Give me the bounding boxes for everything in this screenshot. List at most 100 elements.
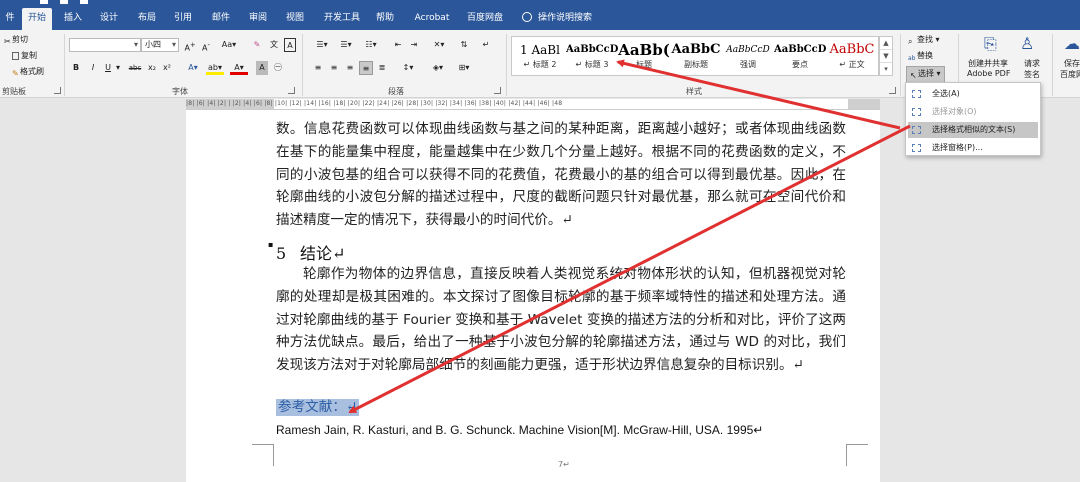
strikethrough-button[interactable]: abc — [126, 61, 144, 75]
style-item-1[interactable]: AaBbCcD ↵ 标题 3 — [566, 37, 618, 75]
bullets-button[interactable]: ☰▾ — [312, 38, 332, 52]
clipboard-dialog-launcher[interactable] — [54, 87, 61, 94]
chevron-down-icon[interactable]: ▼ — [880, 50, 892, 63]
styles-gallery-scroller[interactable]: ▲ ▼ ▾ — [879, 36, 893, 76]
line-spacing-button[interactable]: ↕▾ — [398, 61, 418, 75]
increase-indent-button[interactable]: ⇥ — [408, 38, 420, 52]
style-item-6[interactable]: AaBbC ↵ 正文 — [826, 37, 878, 75]
tab-4[interactable]: 布局 — [132, 8, 162, 30]
style-name: ↵ 标题 3 — [575, 60, 609, 69]
create-pdf-icon[interactable]: ⎘ — [984, 34, 997, 54]
tab-10[interactable]: 帮助 — [370, 8, 400, 30]
font-color-button[interactable]: A▾ — [230, 61, 248, 75]
select-button[interactable]: ↖选择 ▾ — [906, 66, 945, 83]
tell-me-search[interactable]: 操作说明搜索 — [522, 8, 592, 28]
menu-item-2[interactable]: 选择格式相似的文本(S) — [908, 122, 1038, 138]
bold-button[interactable]: B — [71, 61, 81, 75]
sign-label: 签名 — [1024, 70, 1040, 79]
align-right-button[interactable]: ≡ — [344, 61, 356, 75]
style-item-3[interactable]: AaBbC 副标题 — [670, 37, 722, 75]
align-center-button[interactable]: ≡ — [328, 61, 340, 75]
highlight-color-button[interactable]: ab▾ — [206, 61, 224, 75]
underline-button[interactable]: U — [103, 61, 113, 75]
paragraph-dialog-launcher[interactable] — [494, 87, 501, 94]
font-size-combo[interactable]: 小四 ▾ — [141, 38, 179, 52]
tab-9[interactable]: 开发工具 — [320, 8, 364, 30]
horizontal-ruler[interactable]: |8| |6| |4| |2| | |2| |4| |6| |8| |10| |… — [186, 99, 880, 110]
style-name: 标题 — [636, 60, 652, 69]
tab-1[interactable]: 开始 — [22, 8, 52, 30]
ruler-ticks: |8| |6| |4| |2| | |2| |4| |6| |8| |10| |… — [186, 100, 563, 107]
copy-button[interactable]: 复制 — [12, 50, 37, 61]
chinese-layout-button[interactable]: ✕▾ — [428, 38, 450, 52]
numbering-button[interactable]: ☰▾ — [336, 38, 356, 52]
change-case-button[interactable]: Aa▾ — [218, 38, 240, 52]
tab-11[interactable]: Acrobat — [410, 8, 454, 30]
distributed-button[interactable]: ≣ — [376, 61, 388, 75]
italic-button[interactable]: I — [88, 61, 98, 75]
chevron-down-icon: ▾ — [133, 40, 138, 49]
menu-item-label: 选择格式相似的文本(S) — [932, 125, 1016, 134]
paragraph-1[interactable]: 数。信息花费函数可以体现曲线函数与基之间的某种距离，距离越小越好；或者体现曲线函… — [276, 118, 846, 232]
decrease-indent-button[interactable]: ⇤ — [392, 38, 404, 52]
align-left-button[interactable]: ≡ — [312, 61, 324, 75]
document-body[interactable]: 数。信息花费函数可以体现曲线函数与基之间的某种距离，距离越小越好；或者体现曲线函… — [276, 118, 846, 232]
sort-button[interactable]: ⇅ — [458, 38, 470, 52]
style-item-4[interactable]: AaBbCcD 强调 — [722, 37, 774, 75]
font-dialog-launcher[interactable] — [288, 87, 295, 94]
character-border-button[interactable]: A — [284, 38, 296, 52]
show-marks-button[interactable]: ↵ — [480, 38, 492, 52]
character-shading-button[interactable]: A — [256, 61, 268, 75]
borders-button[interactable]: ⊞▾ — [454, 61, 474, 75]
reference-1[interactable]: Ramesh Jain, R. Kasturi, and B. G. Schun… — [276, 423, 763, 437]
styles-dialog-launcher[interactable] — [889, 87, 896, 94]
style-name: 副标题 — [684, 60, 708, 69]
style-preview: AaBbC — [671, 42, 721, 57]
style-name: 强调 — [740, 60, 756, 69]
subscript-button[interactable]: x₂ — [146, 61, 158, 75]
group-label-font: 字体 — [172, 87, 188, 96]
style-item-5[interactable]: AaBbCcD 要点 — [774, 37, 826, 75]
select-similar-icon — [912, 126, 921, 134]
grow-font-button[interactable]: A+ — [184, 38, 196, 53]
references-heading-selected[interactable]: 参考文献：↵ — [276, 399, 360, 416]
group-label-paragraph: 段落 — [388, 87, 404, 96]
tab-2[interactable]: 插入 — [58, 8, 88, 30]
more-styles-icon[interactable]: ▾ — [880, 63, 892, 76]
multilevel-list-button[interactable]: ☷▾ — [360, 38, 382, 52]
clear-formatting-icon[interactable]: ✎ — [250, 38, 264, 52]
style-item-2[interactable]: AaBb(标题 — [618, 37, 670, 75]
tab-8[interactable]: 视图 — [280, 8, 310, 30]
paragraph-2-container[interactable]: 轮廓作为物体的边界信息，直接反映着人类视觉系统对物体形状的认知，但机器视觉对轮廓… — [276, 263, 846, 377]
menu-item-3[interactable]: 选择窗格(P)... — [908, 140, 1038, 156]
menu-item-0[interactable]: 全选(A) — [908, 86, 1038, 102]
replace-button[interactable]: ab 替换 — [908, 50, 933, 65]
shading-button[interactable]: ◈▾ — [428, 61, 448, 75]
tab-7[interactable]: 审阅 — [243, 8, 273, 30]
superscript-button[interactable]: x² — [161, 61, 173, 75]
format-painter-button[interactable]: ✎格式刷 — [12, 66, 44, 79]
text-effects-button[interactable]: A▾ — [184, 61, 202, 75]
font-name-combo[interactable]: ▾ — [69, 38, 141, 52]
style-item-0[interactable]: 1 AaBl ↵ 标题 2 — [514, 37, 566, 75]
document-page[interactable]: 数。信息花费函数可以体现曲线函数与基之间的某种距离，距离越小越好；或者体现曲线函… — [186, 110, 880, 482]
tab-5[interactable]: 引用 — [168, 8, 198, 30]
tab-0[interactable]: 件 — [0, 8, 20, 30]
justify-button[interactable]: ≡ — [359, 61, 373, 75]
shrink-font-button[interactable]: A- — [200, 38, 212, 53]
paragraph-2[interactable]: 轮廓作为物体的边界信息，直接反映着人类视觉系统对物体形状的认知，但机器视觉对轮廓… — [276, 263, 846, 377]
phonetic-guide-button[interactable]: 文 — [268, 38, 280, 52]
cut-button[interactable]: ✂剪切 — [4, 34, 28, 47]
enclose-characters-button[interactable]: ㊀ — [272, 61, 284, 75]
menu-item-1[interactable]: 选择对象(O) — [908, 104, 1038, 120]
tab-12[interactable]: 百度网盘 — [462, 8, 508, 30]
chevron-up-icon[interactable]: ▲ — [880, 37, 892, 50]
tab-6[interactable]: 邮件 — [206, 8, 236, 30]
heading-conclusion[interactable]: ▪ 5 结论↵ — [268, 240, 345, 264]
chevron-down-icon[interactable]: ▾ — [115, 61, 121, 75]
request-signature-icon[interactable]: ♙ — [1020, 34, 1034, 53]
baidu-cloud-icon[interactable]: ☁ — [1064, 34, 1080, 53]
tab-3[interactable]: 设计 — [94, 8, 124, 30]
find-button[interactable]: ⌕ 查找 ▾ — [908, 34, 940, 47]
selection-pane-icon — [912, 144, 921, 152]
